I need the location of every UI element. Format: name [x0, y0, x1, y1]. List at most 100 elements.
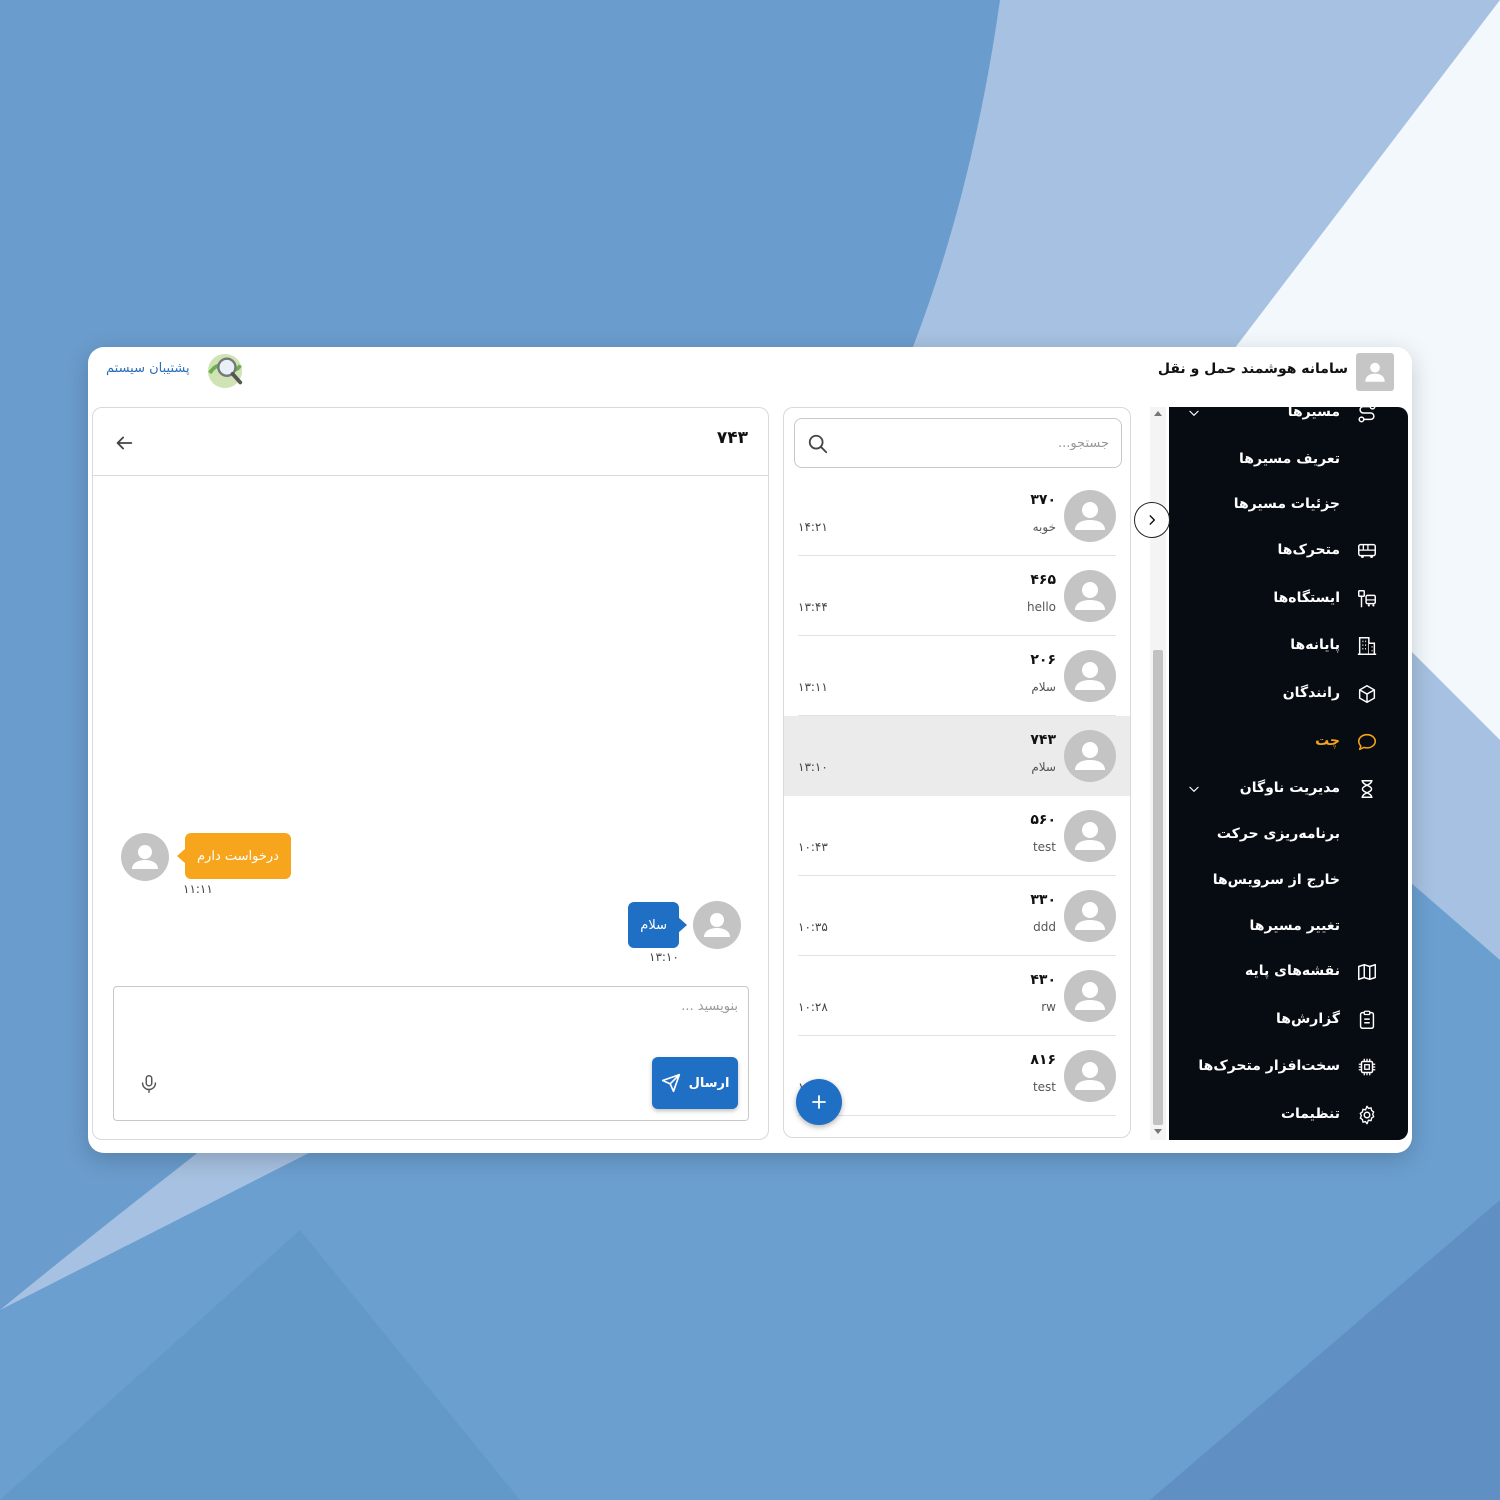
- sidebar-item-label: تعریف مسیرها: [1239, 451, 1340, 467]
- divider: [798, 1115, 1116, 1116]
- conversation-time: ۱۰:۳۵: [798, 920, 828, 934]
- search-icon[interactable]: [807, 433, 829, 455]
- user-avatar[interactable]: [1356, 353, 1394, 391]
- sidebar-item-subitem-1[interactable]: تعریف مسیرها: [1169, 440, 1408, 480]
- sidebar-item-subitem-11[interactable]: تغییر مسیرها: [1169, 907, 1408, 947]
- chat-bubble-icon: [1357, 733, 1377, 751]
- sidebar-item-subitem-2[interactable]: جزئیات مسیرها: [1169, 485, 1408, 525]
- sidebar-item-subitem-9[interactable]: برنامه‌ریزی حرکت: [1169, 815, 1408, 855]
- conversation-item[interactable]: ۴۶۵ hello ۱۳:۴۴: [784, 556, 1130, 636]
- sidebar-item-bus-stop-4[interactable]: ایستگاه‌ها: [1169, 579, 1408, 619]
- sidebar-item-chip-14[interactable]: سخت‌افزار متحرک‌ها: [1169, 1047, 1408, 1087]
- sidebar-item-bus-3[interactable]: متحرک‌ها: [1169, 531, 1408, 571]
- sidebar-item-hourglass-8[interactable]: مدیریت ناوگان: [1169, 769, 1408, 809]
- message-time: ۱۳:۱۰: [649, 950, 679, 964]
- conversation-time: ۱۳:۴۴: [798, 600, 828, 614]
- sidebar-item-map-12[interactable]: نقشه‌های پایه: [1169, 952, 1408, 992]
- chip-icon: [1358, 1058, 1376, 1076]
- chat-panel: ۷۴۳ درخواست دارم ۱۱:۱۱ سلام ۱۳:۱۰ ارسال: [92, 407, 769, 1140]
- scroll-thumb[interactable]: [1153, 650, 1163, 1125]
- chevron-down-icon[interactable]: [1187, 407, 1201, 420]
- sidebar-item-label: پایانه‌ها: [1290, 637, 1340, 653]
- conversation-name: ۴۳۰: [1030, 972, 1056, 988]
- new-chat-button[interactable]: [796, 1079, 842, 1125]
- chevron-right-icon: [1149, 515, 1156, 525]
- conversation-preview: ddd: [1033, 920, 1056, 934]
- app-title: سامانه هوشمند حمل و نقل: [1157, 361, 1348, 377]
- sidebar-item-label: خارج از سرویس‌ها: [1212, 872, 1340, 888]
- sidebar-item-steering-wheel-6[interactable]: رانندگان: [1169, 674, 1408, 714]
- conversation-preview: rw: [1041, 1000, 1056, 1014]
- chat-title: ۷۴۳: [716, 428, 748, 448]
- sidebar-item-label: رانندگان: [1282, 685, 1340, 701]
- conversation-avatar: [1064, 1050, 1116, 1102]
- conversation-item[interactable]: ۳۷۰ خوبه ۱۴:۲۱: [784, 476, 1130, 556]
- conversation-item[interactable]: ۲۰۶ سلام ۱۳:۱۱: [784, 636, 1130, 716]
- conversation-preview: خوبه: [1032, 520, 1056, 534]
- conversation-list: ۳۷۰ خوبه ۱۴:۲۱ ۴۶۵ hello ۱۳:۴۴ ۲۰۶ سلام ۱۳:۱۱ ۷۴۳…: [783, 407, 1131, 1138]
- person-icon: [1365, 362, 1385, 382]
- conversation-name: ۸۱۶: [1030, 1052, 1056, 1068]
- sidebar-item-label: تغییر مسیرها: [1249, 918, 1340, 934]
- conversation-item[interactable]: ۷۴۳ سلام ۱۳:۱۰: [784, 716, 1130, 796]
- sidebar-item-subitem-10[interactable]: خارج از سرویس‌ها: [1169, 861, 1408, 901]
- sidebar: مسیرها تعریف مسیرها جزئیات مسیرها متحرک‌ها ا…: [1169, 407, 1408, 1140]
- steering-wheel-icon: [1358, 684, 1376, 704]
- message-composer: ارسال: [113, 986, 749, 1121]
- hourglass-icon: [1361, 780, 1373, 798]
- conversation-time: ۱۰:۴۳: [798, 840, 828, 854]
- conversation-avatar: [1064, 650, 1116, 702]
- conversation-name: ۲۰۶: [1030, 652, 1056, 668]
- support-link[interactable]: پشتیبان سیستم: [106, 361, 190, 376]
- scroll-down-arrow[interactable]: [1154, 1129, 1162, 1134]
- top-bar: سامانه هوشمند حمل و نقل پشتیبان سیستم: [88, 347, 1412, 399]
- conversation-avatar: [1064, 730, 1116, 782]
- support-logo-icon: [207, 353, 243, 389]
- conversation-preview: test: [1032, 1080, 1056, 1094]
- conversation-name: ۳۳۰: [1030, 892, 1056, 908]
- sidebar-item-label: جزئیات مسیرها: [1233, 496, 1340, 512]
- sidebar-item-label: تنظیمات: [1280, 1106, 1340, 1122]
- gear-icon: [1359, 1105, 1375, 1125]
- conversation-preview: سلام: [1031, 680, 1056, 694]
- conversation-item[interactable]: ۳۳۰ ddd ۱۰:۳۵: [784, 876, 1130, 956]
- sidebar-item-building-5[interactable]: پایانه‌ها: [1169, 626, 1408, 666]
- incoming-message-bubble: درخواست دارم: [185, 833, 291, 879]
- message-input[interactable]: [138, 999, 738, 1039]
- conversation-name: ۳۷۰: [1030, 492, 1056, 508]
- conversation-avatar: [1064, 810, 1116, 862]
- conversation-preview: سلام: [1031, 760, 1056, 774]
- send-button-label: ارسال: [688, 1075, 730, 1091]
- chevron-down-icon[interactable]: [1187, 782, 1201, 796]
- conversation-avatar: [1064, 890, 1116, 942]
- clipboard-icon: [1359, 1010, 1375, 1029]
- sidebar-item-route-0[interactable]: مسیرها: [1169, 407, 1408, 433]
- sidebar-item-label: مسیرها: [1287, 407, 1340, 420]
- back-arrow-icon[interactable]: [113, 432, 135, 454]
- conversation-avatar: [1064, 570, 1116, 622]
- app-window: سامانه هوشمند حمل و نقل پشتیبان سیستم ۷۴…: [88, 347, 1412, 1153]
- microphone-icon[interactable]: [138, 1073, 160, 1095]
- conversation-item[interactable]: ۵۶۰ test ۱۰:۴۳: [784, 796, 1130, 876]
- sidebar-item-label: سخت‌افزار متحرک‌ها: [1198, 1058, 1340, 1074]
- conversation-time: ۱۳:۱۱: [798, 680, 828, 694]
- send-button[interactable]: ارسال: [652, 1057, 738, 1109]
- scroll-up-arrow[interactable]: [1154, 411, 1162, 416]
- map-icon: [1358, 963, 1376, 981]
- conversation-name: ۷۴۳: [1030, 732, 1056, 748]
- route-icon: [1358, 407, 1376, 423]
- sidebar-collapse-button[interactable]: [1134, 502, 1170, 538]
- conversation-preview: hello: [1027, 600, 1056, 614]
- search-input[interactable]: [849, 431, 1109, 455]
- sender-avatar: [693, 901, 741, 949]
- plus-icon: [812, 1095, 826, 1109]
- conversation-avatar: [1064, 970, 1116, 1022]
- conversation-preview: test: [1032, 840, 1056, 854]
- conversation-name: ۵۶۰: [1030, 812, 1056, 828]
- sidebar-item-label: برنامه‌ریزی حرکت: [1216, 826, 1340, 842]
- sidebar-item-label: متحرک‌ها: [1277, 542, 1340, 558]
- sidebar-item-gear-15[interactable]: تنظیمات: [1169, 1095, 1408, 1135]
- sidebar-item-chat-bubble-7[interactable]: چت: [1169, 722, 1408, 762]
- conversation-item[interactable]: ۴۳۰ rw ۱۰:۲۸: [784, 956, 1130, 1036]
- sidebar-item-clipboard-13[interactable]: گزارش‌ها: [1169, 1000, 1408, 1040]
